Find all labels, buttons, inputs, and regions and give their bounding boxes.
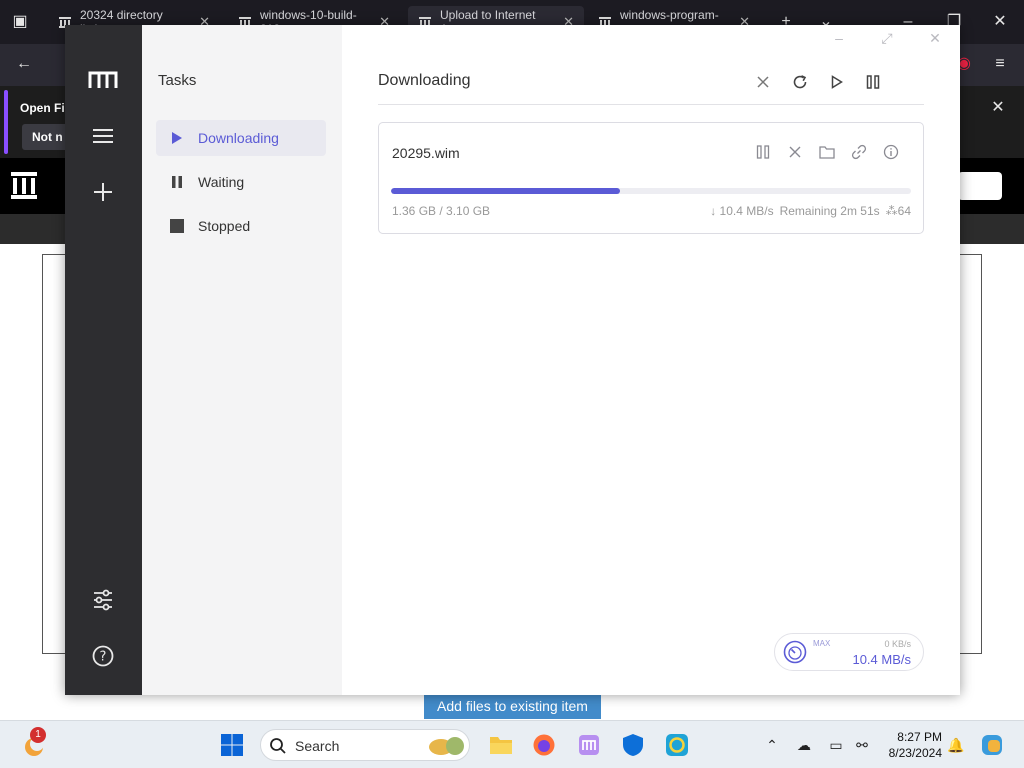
clock[interactable]: 8:27 PM 8/23/2024 xyxy=(878,729,942,761)
add-files-button[interactable]: Add files to existing item xyxy=(424,694,601,719)
taskbar: 1 Search ⌃ ☁ ▭ ⚯ 8:27 PM 8/23/2024 🔔 xyxy=(0,720,1024,768)
app-rail: ? xyxy=(65,25,142,695)
window-close-icon[interactable]: ✕ xyxy=(924,29,946,47)
speed-max-label: MAX xyxy=(813,639,831,648)
play-icon xyxy=(170,131,184,145)
svg-text:?: ? xyxy=(100,650,107,665)
task-size: 1.36 GB / 3.10 GB xyxy=(392,204,491,218)
app-circle-icon[interactable] xyxy=(663,731,691,759)
search-label: Search xyxy=(295,738,340,754)
task-progress-fill xyxy=(391,188,620,194)
archive-search-box[interactable] xyxy=(958,172,1002,200)
clock-time: 8:27 PM xyxy=(897,730,942,744)
search-highlight-icon xyxy=(427,734,467,758)
pause-icon xyxy=(170,175,184,189)
stop-icon xyxy=(170,219,184,233)
help-icon[interactable]: ? xyxy=(89,642,117,670)
window-minimize-icon[interactable]: – xyxy=(828,29,850,47)
notification-badge: 1 xyxy=(30,727,46,743)
settings-sliders-icon[interactable] xyxy=(89,586,117,614)
download-speed-total: 10.4 MB/s xyxy=(852,652,911,667)
sidebar-item-label: Stopped xyxy=(198,218,251,234)
resume-all-icon[interactable] xyxy=(826,71,848,93)
onedrive-offline-icon[interactable]: ☁ xyxy=(794,735,814,755)
connections: ⁂64 xyxy=(886,204,911,218)
add-task-icon[interactable] xyxy=(89,178,117,206)
menu-icon[interactable]: ≡ xyxy=(990,54,1010,74)
download-speed: ↓ 10.4 MB/s xyxy=(710,204,774,218)
defender-shield-icon[interactable] xyxy=(619,731,647,759)
display-icon[interactable]: ▭ xyxy=(826,735,846,755)
notification-accent xyxy=(4,90,8,154)
task-stats: ↓ 10.4 MB/s Remaining 2m 51s ⁂64 xyxy=(710,204,911,218)
archive-logo-icon xyxy=(10,170,38,200)
task-actions xyxy=(753,142,901,162)
link-icon[interactable] xyxy=(849,142,869,162)
file-explorer-icon[interactable] xyxy=(487,731,515,759)
connections-icon: ⁂ xyxy=(885,204,898,218)
close-notification-icon[interactable]: ✕ xyxy=(988,98,1008,118)
sidebar-title: Tasks xyxy=(158,72,197,89)
sidebar-item-waiting[interactable]: Waiting xyxy=(156,164,326,200)
task-sidebar: Tasks Downloading Waiting Stopped xyxy=(142,25,342,695)
refresh-icon[interactable] xyxy=(789,71,811,93)
windows-start-icon[interactable] xyxy=(218,731,246,759)
page-title: Downloading xyxy=(378,72,471,89)
task-name: 20295.wim xyxy=(392,145,460,161)
sidebar-item-label: Waiting xyxy=(198,174,245,190)
upload-speed: 0 KB/s xyxy=(884,639,911,649)
speedometer[interactable]: MAX 0 KB/s 10.4 MB/s xyxy=(774,633,924,671)
connections-count: 64 xyxy=(897,204,911,218)
tab-overview-icon[interactable]: ▣ xyxy=(10,12,30,32)
remaining-time: Remaining 2m 51s xyxy=(779,204,880,218)
pause-task-icon[interactable] xyxy=(753,142,773,162)
motrix-logo-icon xyxy=(88,70,118,90)
main-panel: – ⤢ ✕ Downloading 20295.wim 1.36 GB / 3.… xyxy=(342,25,960,695)
taskbar-search[interactable]: Search xyxy=(260,729,470,761)
task-item[interactable]: 20295.wim 1.36 GB / 3.10 GB ↓ 10.4 MB/s … xyxy=(378,122,924,234)
task-progress-bar xyxy=(391,188,911,194)
copilot-icon[interactable] xyxy=(978,731,1006,759)
window-maximize-icon[interactable]: ⤢ xyxy=(876,29,898,47)
notification-bell-icon[interactable]: 🔔 xyxy=(946,735,966,755)
motrix-taskbar-icon[interactable] xyxy=(575,731,603,759)
close-icon[interactable]: ✕ xyxy=(990,12,1010,32)
speedometer-icon xyxy=(783,640,807,664)
show-hidden-icons-icon[interactable]: ⌃ xyxy=(762,735,782,755)
sidebar-item-stopped[interactable]: Stopped xyxy=(156,208,326,244)
delete-all-icon[interactable] xyxy=(752,71,774,93)
firefox-icon[interactable] xyxy=(530,731,558,759)
delete-task-icon[interactable] xyxy=(785,142,805,162)
notification-title: Open Fi xyxy=(20,101,65,115)
back-icon[interactable]: ← xyxy=(12,54,36,74)
title-divider xyxy=(378,104,924,105)
pause-all-icon[interactable] xyxy=(862,71,884,93)
motrix-window: ? Tasks Downloading Waiting Stopped – ⤢ … xyxy=(65,25,960,695)
task-list-icon[interactable] xyxy=(89,122,117,150)
search-icon xyxy=(269,737,287,760)
sidebar-item-downloading[interactable]: Downloading xyxy=(156,120,326,156)
folder-icon[interactable] xyxy=(817,142,837,162)
sidebar-item-label: Downloading xyxy=(198,130,279,146)
clock-date: 8/23/2024 xyxy=(888,746,942,760)
network-icon[interactable]: ⚯ xyxy=(852,735,872,755)
info-icon[interactable] xyxy=(881,142,901,162)
